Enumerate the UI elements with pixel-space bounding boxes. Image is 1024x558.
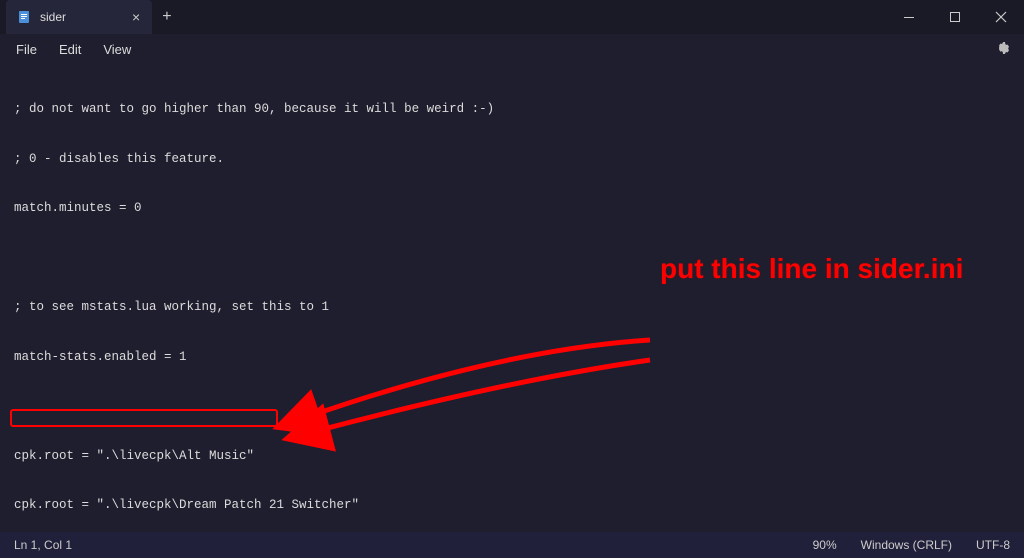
new-tab-button[interactable]: + [152,8,181,26]
menu-edit[interactable]: Edit [49,38,91,61]
settings-button[interactable] [986,36,1018,63]
code-line [14,398,1010,415]
active-tab[interactable]: sider × [6,0,152,34]
close-tab-icon[interactable]: × [132,9,140,25]
code-line: cpk.root = ".\livecpk\Dream Patch 21 Swi… [14,497,1010,514]
editor-area[interactable]: ; do not want to go higher than 90, beca… [0,64,1024,532]
code-line: ; 0 - disables this feature. [14,151,1010,168]
menus: File Edit View [6,38,141,61]
code-line: match-stats.enabled = 1 [14,349,1010,366]
code-line: ; to see mstats.lua working, set this to… [14,299,1010,316]
close-window-button[interactable] [978,0,1024,34]
status-encoding[interactable]: UTF-8 [976,538,1010,552]
code-line: cpk.root = ".\livecpk\Alt Music" [14,448,1010,465]
status-position[interactable]: Ln 1, Col 1 [14,538,72,552]
file-icon [16,9,32,25]
titlebar: sider × + [0,0,1024,34]
titlebar-left: sider × + [0,0,182,34]
status-right: 90% Windows (CRLF) UTF-8 [813,538,1010,552]
code-line: ; do not want to go higher than 90, beca… [14,101,1010,118]
tab-title: sider [40,10,66,24]
menu-file[interactable]: File [6,38,47,61]
menu-view[interactable]: View [93,38,141,61]
statusbar: Ln 1, Col 1 90% Windows (CRLF) UTF-8 [0,532,1024,558]
code-line [14,250,1010,267]
status-eol[interactable]: Windows (CRLF) [861,538,952,552]
code-line: match.minutes = 0 [14,200,1010,217]
maximize-button[interactable] [932,0,978,34]
gear-icon [994,44,1010,59]
status-zoom[interactable]: 90% [813,538,837,552]
menubar: File Edit View [0,34,1024,64]
window-controls [886,0,1024,34]
minimize-button[interactable] [886,0,932,34]
